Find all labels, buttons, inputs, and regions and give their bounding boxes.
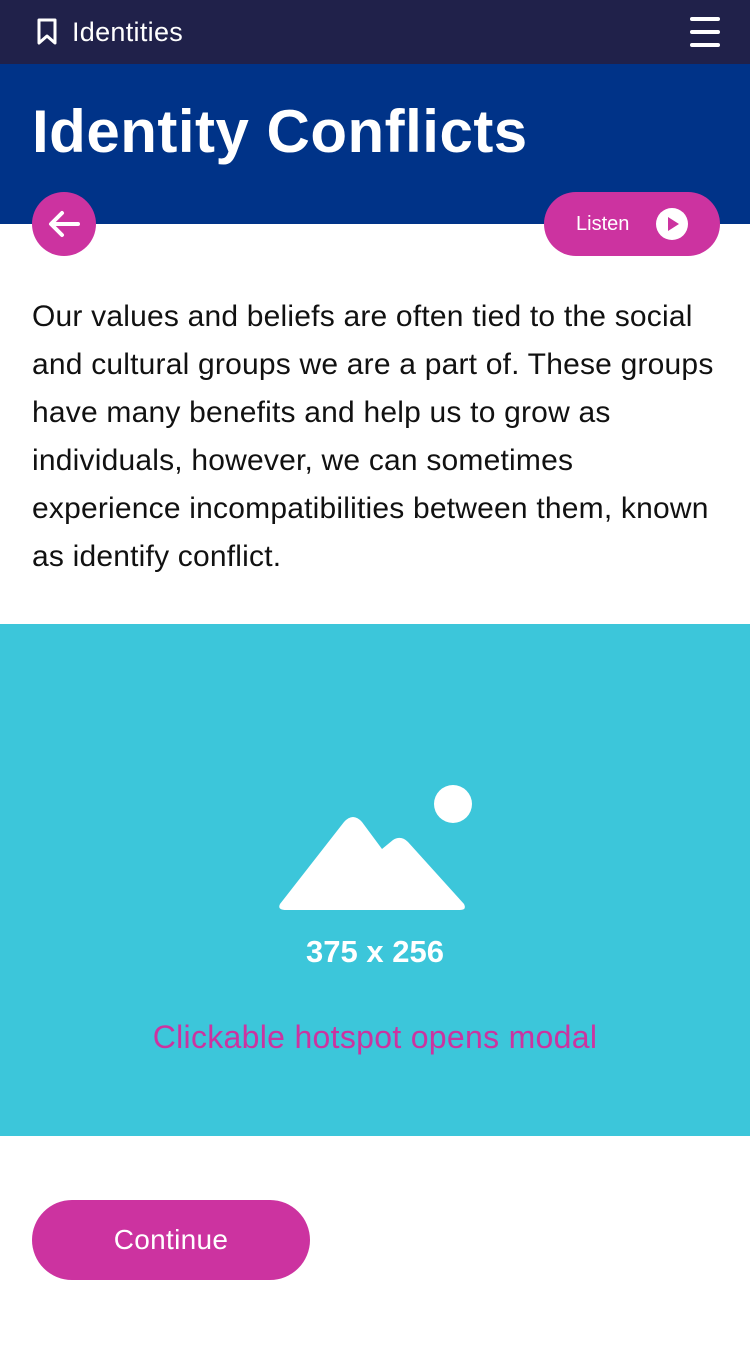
hotspot-caption: Clickable hotspot opens modal [152, 1019, 598, 1055]
listen-button[interactable]: Listen [544, 192, 720, 256]
back-button[interactable] [32, 192, 96, 256]
listen-label: Listen [576, 213, 630, 235]
image-placeholder-icon [279, 785, 472, 910]
top-bar: Identities [0, 0, 750, 64]
page-title: Identity Conflicts [32, 98, 528, 165]
intro-text: Our values and beliefs are often tied to… [32, 300, 714, 573]
image-hotspot[interactable]: 375 x 256 Clickable hotspot opens modal [0, 624, 750, 1136]
continue-button[interactable]: Continue [32, 1200, 310, 1280]
image-dimensions: 375 x 256 [306, 934, 444, 969]
app-title: Identities [72, 17, 184, 47]
arrow-left-icon [49, 211, 80, 237]
bookmark-icon[interactable] [36, 18, 58, 46]
hamburger-menu-icon[interactable] [688, 16, 722, 48]
continue-label: Continue [113, 1224, 229, 1255]
play-icon [656, 208, 688, 240]
